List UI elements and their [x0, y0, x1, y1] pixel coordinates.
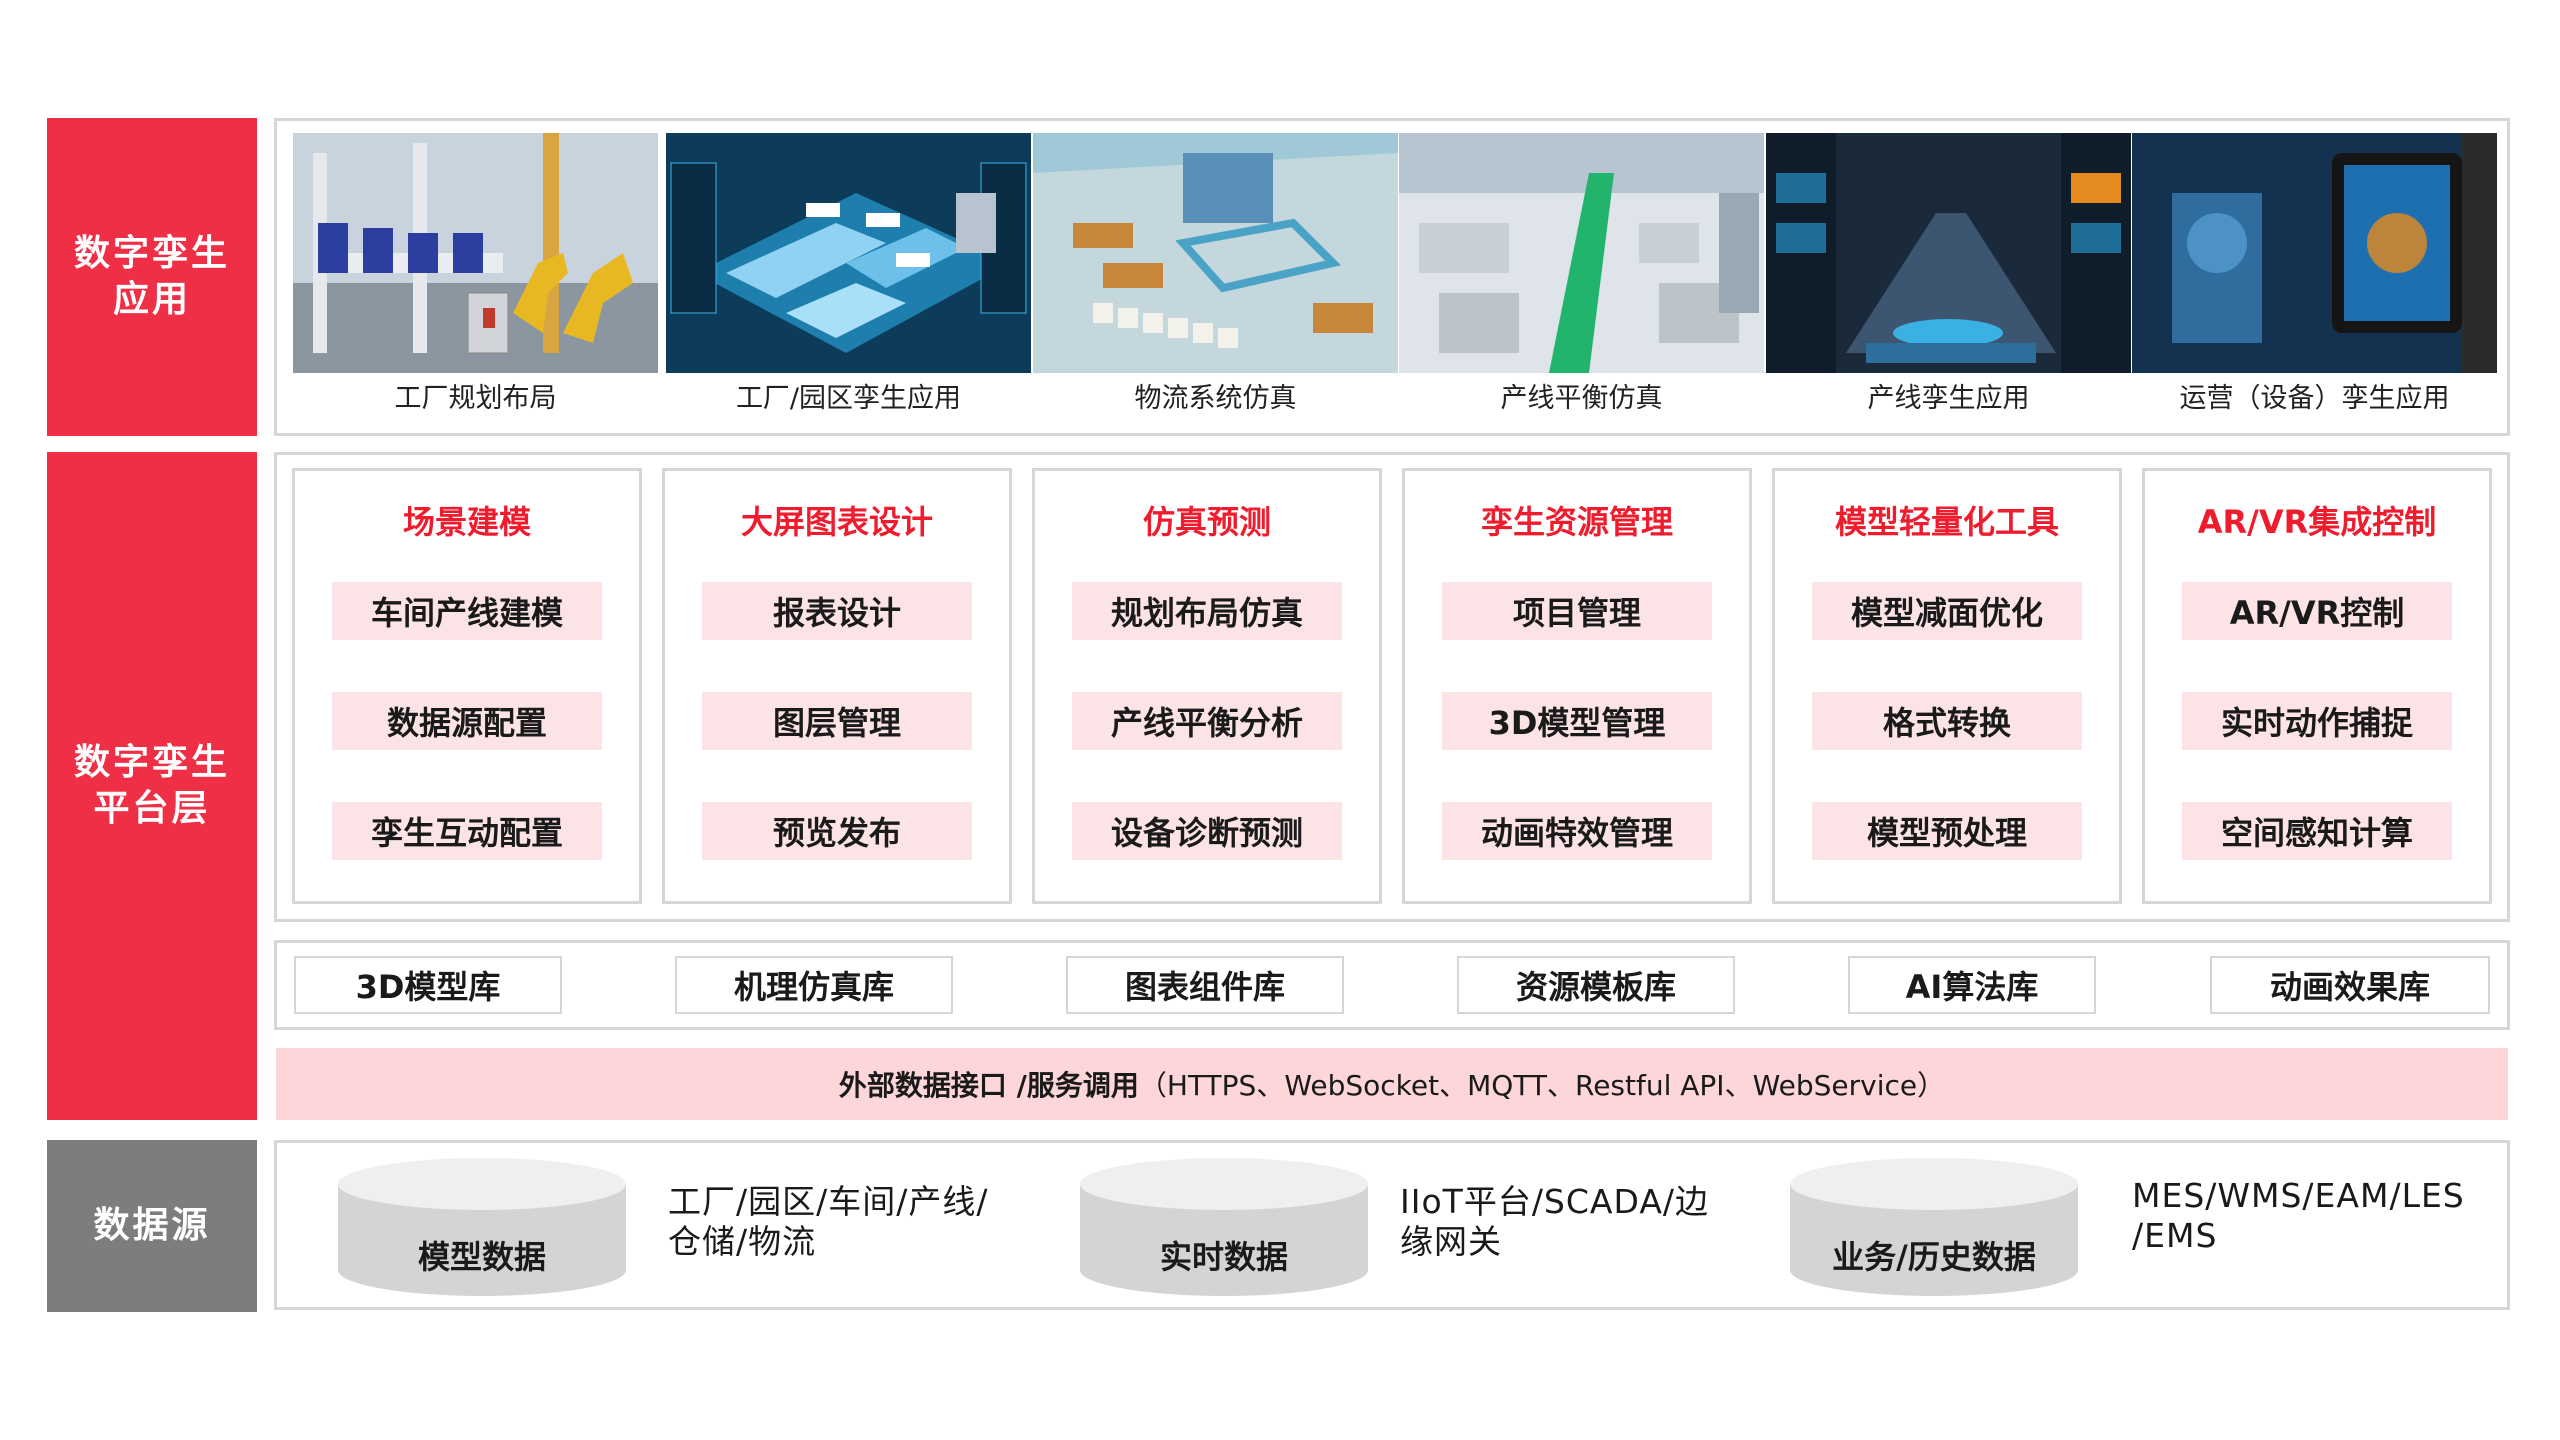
source-label: 模型数据 [417, 1238, 546, 1276]
app-caption: 产线平衡仿真 [1500, 383, 1663, 414]
database-cylinder-icon [1786, 1154, 2082, 1300]
source-desc-line: 仓储/物流 [668, 1222, 817, 1261]
park-twin-image [666, 133, 1031, 373]
source-description: IIoT平台/SCADA/边 缘网关 [1400, 1182, 1760, 1262]
factory-floor-image [293, 133, 658, 373]
service-label: 服务调用 [1026, 1069, 1139, 1102]
database-cylinder-icon [334, 1154, 630, 1300]
library-item[interactable]: 资源模板库 [1457, 956, 1735, 1014]
protocol-list: （HTTPS、WebSocket、MQTT、Restful API、WebSer… [1138, 1069, 1946, 1102]
feature-button[interactable]: 空间感知计算 [2182, 802, 2452, 860]
library-item[interactable]: AI算法库 [1848, 956, 2096, 1014]
feature-button[interactable]: 项目管理 [1442, 582, 1712, 640]
feature-button[interactable]: 设备诊断预测 [1072, 802, 1342, 860]
feature-button[interactable]: 孪生互动配置 [332, 802, 602, 860]
module-title: 模型轻量化工具 [1834, 503, 2059, 541]
layer-label-platform: 数字孪生 平台层 [47, 452, 257, 1120]
feature-button[interactable]: 预览发布 [702, 802, 972, 860]
app-caption: 产线孪生应用 [1867, 383, 2030, 414]
source-desc-line: 工厂/园区/车间/产线/ [668, 1182, 989, 1221]
feature-button[interactable]: 报表设计 [702, 582, 972, 640]
layer-label-line: 应用 [112, 279, 191, 320]
layer-label-line: 数字孪生 [73, 233, 230, 274]
feature-button[interactable]: 实时动作捕捉 [2182, 692, 2452, 750]
production-line-image [1399, 133, 1764, 373]
feature-button[interactable]: 规划布局仿真 [1072, 582, 1342, 640]
library-item[interactable]: 图表组件库 [1066, 956, 1344, 1014]
feature-button[interactable]: 动画特效管理 [1442, 802, 1712, 860]
layer-label-line: 平台层 [93, 788, 211, 829]
external-interface-bar: 外部数据接口 / 服务调用 （HTTPS、WebSocket、MQTT、Rest… [276, 1048, 2508, 1120]
source-label: 实时数据 [1159, 1238, 1288, 1276]
feature-button[interactable]: 数据源配置 [332, 692, 602, 750]
layer-label-application: 数字孪生 应用 [47, 118, 257, 436]
app-caption: 工厂规划布局 [394, 383, 557, 414]
library-item[interactable]: 动画效果库 [2210, 956, 2490, 1014]
module-title: 大屏图表设计 [740, 503, 933, 541]
source-desc-line: IIoT平台/SCADA/边 [1400, 1182, 1710, 1221]
feature-button[interactable]: AR/VR控制 [2182, 582, 2452, 640]
module-title: 孪生资源管理 [1480, 503, 1673, 541]
line-twin-image [1766, 133, 2131, 373]
layer-label-line: 数据源 [93, 1205, 211, 1246]
module-title: 仿真预测 [1142, 503, 1271, 541]
app-caption: 工厂/园区孪生应用 [735, 383, 962, 414]
feature-button[interactable]: 模型预处理 [1812, 802, 2082, 860]
feature-button[interactable]: 格式转换 [1812, 692, 2082, 750]
source-desc-line: 缘网关 [1400, 1222, 1502, 1261]
source-label: 业务/历史数据 [1832, 1238, 2036, 1276]
module-title: AR/VR集成控制 [2197, 503, 2437, 541]
source-desc-line: MES/WMS/EAM/LES [2132, 1176, 2465, 1215]
operations-ar-image [2132, 133, 2497, 373]
feature-button[interactable]: 图层管理 [702, 692, 972, 750]
library-item[interactable]: 机理仿真库 [675, 956, 953, 1014]
module-title: 场景建模 [402, 503, 531, 541]
interface-label: 外部数据接口 / [838, 1069, 1027, 1102]
database-cylinder-icon [1076, 1154, 1372, 1300]
feature-button[interactable]: 模型减面优化 [1812, 582, 2082, 640]
library-item[interactable]: 3D模型库 [294, 956, 562, 1014]
source-description: 工厂/园区/车间/产线/ 仓储/物流 [668, 1182, 1058, 1262]
library-frame [274, 940, 2510, 1030]
layer-label-line: 数字孪生 [73, 742, 230, 783]
app-caption: 运营（设备）孪生应用 [2179, 383, 2450, 414]
feature-button[interactable]: 3D模型管理 [1442, 692, 1712, 750]
logistics-image [1033, 133, 1398, 373]
source-description: MES/WMS/EAM/LES /EMS [2132, 1176, 2492, 1256]
app-caption: 物流系统仿真 [1134, 383, 1297, 414]
layer-label-data-source: 数据源 [47, 1140, 257, 1312]
feature-button[interactable]: 车间产线建模 [332, 582, 602, 640]
feature-button[interactable]: 产线平衡分析 [1072, 692, 1342, 750]
source-desc-line: /EMS [2132, 1216, 2218, 1255]
